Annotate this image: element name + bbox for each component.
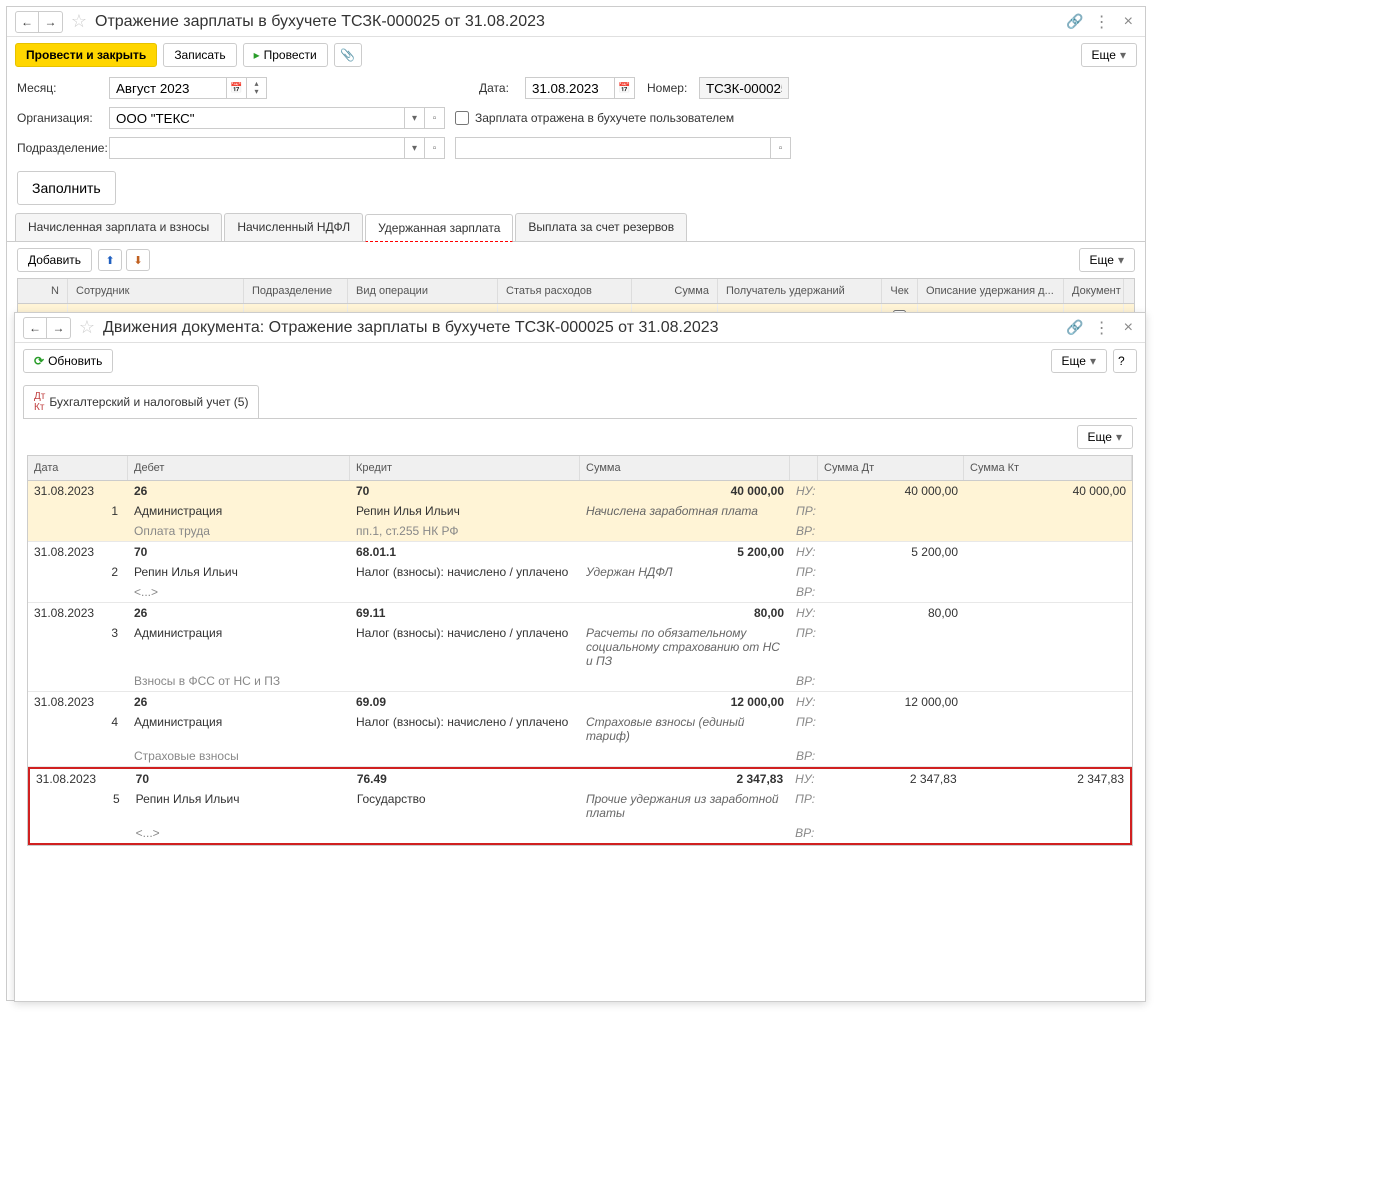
month-label: Месяц: [17, 81, 103, 95]
col-date[interactable]: Дата [28, 456, 128, 480]
movement-row[interactable]: 31.08.2023 26 69.11 80,00 НУ: 80,00 3 Ад… [28, 603, 1132, 692]
main-toolbar: Провести и закрыть Записать ▸Провести 📎 … [7, 37, 1145, 73]
dropdown-icon[interactable]: ▾ [405, 107, 425, 129]
close-icon[interactable]: × [1120, 13, 1137, 31]
reflected-checkbox[interactable] [455, 111, 469, 125]
extra-input[interactable] [455, 137, 771, 159]
window-title: Движения документа: Отражение зарплаты в… [103, 319, 1066, 337]
more-menu-icon[interactable]: ⋮ [1094, 12, 1110, 32]
write-button[interactable]: Записать [163, 43, 236, 67]
help-button[interactable]: ? [1113, 349, 1137, 373]
number-input[interactable] [699, 77, 789, 99]
favorite-star-icon[interactable]: ☆ [69, 12, 89, 32]
close-icon[interactable]: × [1120, 319, 1137, 337]
dtkt-icon: ДтКт [34, 391, 45, 413]
org-input[interactable] [109, 107, 405, 129]
col-sum[interactable]: Сумма [580, 456, 790, 480]
col-check[interactable]: Чек [882, 279, 918, 303]
calendar-icon[interactable]: 📅 [227, 77, 247, 99]
col-debit[interactable]: Дебет [128, 456, 350, 480]
link-icon[interactable]: 🔗 [1066, 319, 1083, 336]
number-label: Номер: [647, 81, 693, 95]
movement-row[interactable]: 31.08.2023 26 70 40 000,00 НУ: 40 000,00… [28, 481, 1132, 542]
month-input[interactable] [109, 77, 227, 99]
fill-button[interactable]: Заполнить [17, 171, 116, 205]
col-recipient[interactable]: Получатель удержаний [718, 279, 882, 303]
open-icon[interactable]: ▫ [425, 107, 445, 129]
move-down-button[interactable]: ⬇ [126, 249, 150, 271]
tab-accounting[interactable]: ДтКт Бухгалтерский и налоговый учет (5) [23, 385, 259, 418]
dept-input[interactable] [109, 137, 405, 159]
movement-row[interactable]: 31.08.2023 70 68.01.1 5 200,00 НУ: 5 200… [28, 542, 1132, 603]
col-sum[interactable]: Сумма [632, 279, 718, 303]
date-picker-icon[interactable]: 📅 [615, 77, 635, 99]
date-input[interactable] [525, 77, 615, 99]
movements-grid: Дата Дебет Кредит Сумма Сумма Дт Сумма К… [27, 455, 1133, 846]
refresh-button[interactable]: ⟳Обновить [23, 349, 113, 373]
favorite-star-icon[interactable]: ☆ [77, 318, 97, 338]
col-cost[interactable]: Статья расходов [498, 279, 632, 303]
movement-row[interactable]: 31.08.2023 26 69.09 12 000,00 НУ: 12 000… [28, 692, 1132, 767]
open-icon[interactable]: ▫ [771, 137, 791, 159]
col-desc[interactable]: Описание удержания д... [918, 279, 1064, 303]
reflected-label: Зарплата отражена в бухучете пользовател… [475, 111, 734, 125]
col-sumkt[interactable]: Сумма Кт [964, 456, 1132, 480]
col-dept[interactable]: Подразделение [244, 279, 348, 303]
sub-more-button[interactable]: Еще [1079, 248, 1135, 272]
window-title: Отражение зарплаты в бухучете ТСЗК-00002… [95, 13, 1066, 31]
open-icon[interactable]: ▫ [425, 137, 445, 159]
nav-back-button[interactable]: ← [23, 317, 47, 339]
col-operation[interactable]: Вид операции [348, 279, 498, 303]
post-button[interactable]: ▸Провести [243, 43, 328, 67]
col-sumdt[interactable]: Сумма Дт [818, 456, 964, 480]
tab-withheld[interactable]: Удержанная зарплата [365, 214, 513, 242]
titlebar: ← → ☆ Движения документа: Отражение зарп… [15, 313, 1145, 343]
tab-accrued[interactable]: Начисленная зарплата и взносы [15, 213, 222, 241]
col-n[interactable]: N [18, 279, 68, 303]
movement-row[interactable]: 31.08.2023 70 76.49 2 347,83 НУ: 2 347,8… [28, 767, 1132, 845]
nav-forward-button[interactable]: → [47, 317, 71, 339]
col-doc[interactable]: Документ [1064, 279, 1124, 303]
more-button[interactable]: Еще [1081, 43, 1137, 67]
tab-ndfl[interactable]: Начисленный НДФЛ [224, 213, 363, 241]
org-label: Организация: [17, 111, 103, 125]
dept-label: Подразделение: [17, 141, 103, 155]
move-up-button[interactable]: ⬆ [98, 249, 122, 271]
nav-back-button[interactable]: ← [15, 11, 39, 33]
grid-more-button[interactable]: Еще [1077, 425, 1133, 449]
col-employee[interactable]: Сотрудник [68, 279, 244, 303]
movements-window: ← → ☆ Движения документа: Отражение зарп… [14, 312, 1146, 1002]
dropdown-icon[interactable]: ▾ [405, 137, 425, 159]
titlebar: ← → ☆ Отражение зарплаты в бухучете ТСЗК… [7, 7, 1145, 37]
nav-forward-button[interactable]: → [39, 11, 63, 33]
col-credit[interactable]: Кредит [350, 456, 580, 480]
more-button[interactable]: Еще [1051, 349, 1107, 373]
add-row-button[interactable]: Добавить [17, 248, 92, 272]
tabs: Начисленная зарплата и взносы Начисленны… [7, 213, 1145, 242]
month-stepper[interactable]: ▴▾ [247, 77, 267, 99]
link-icon[interactable]: 🔗 [1066, 13, 1083, 30]
post-and-close-button[interactable]: Провести и закрыть [15, 43, 157, 67]
attach-button[interactable]: 📎 [334, 43, 362, 67]
more-menu-icon[interactable]: ⋮ [1094, 318, 1110, 338]
date-label: Дата: [479, 81, 519, 95]
tab-reserve[interactable]: Выплата за счет резервов [515, 213, 687, 241]
